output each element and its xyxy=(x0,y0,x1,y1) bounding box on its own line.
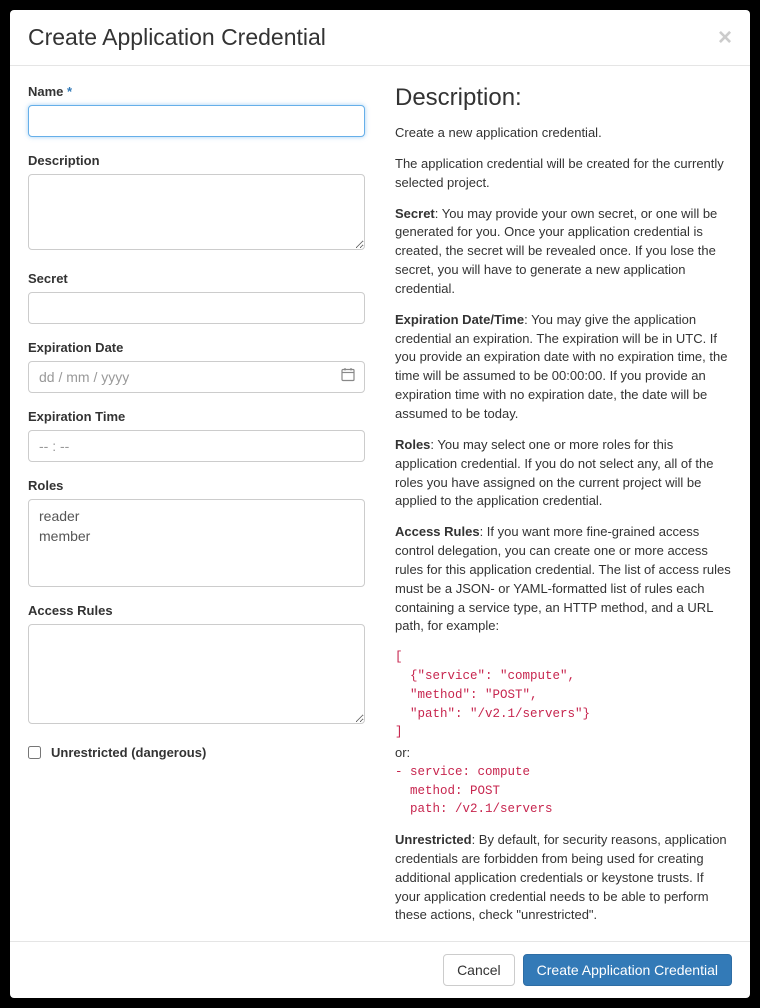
help-expiration: Expiration Date/Time: You may give the a… xyxy=(395,311,732,424)
help-secret-bold: Secret xyxy=(395,206,435,221)
help-project-note: The application credential will be creat… xyxy=(395,155,732,193)
close-icon[interactable]: × xyxy=(718,26,732,50)
expiration-date-group: Expiration Date xyxy=(28,340,365,393)
roles-label: Roles xyxy=(28,478,365,493)
roles-select[interactable]: reader member xyxy=(28,499,365,587)
access-rules-label: Access Rules xyxy=(28,603,365,618)
expiration-date-label: Expiration Date xyxy=(28,340,365,355)
role-option-member[interactable]: member xyxy=(39,526,354,546)
expiration-time-input[interactable] xyxy=(28,430,365,462)
date-input-wrapper xyxy=(28,361,365,393)
help-ar-bold: Access Rules xyxy=(395,524,480,539)
help-expiration-bold: Expiration Date/Time xyxy=(395,312,524,327)
role-option-reader[interactable]: reader xyxy=(39,506,354,526)
secret-input[interactable] xyxy=(28,292,365,324)
required-mark: * xyxy=(67,84,72,99)
help-roles-bold: Roles xyxy=(395,437,430,452)
help-intro: Create a new application credential. xyxy=(395,124,732,143)
description-label: Description xyxy=(28,153,365,168)
cancel-button[interactable]: Cancel xyxy=(443,954,515,986)
form-column: Name * Description Secret Expiration Dat… xyxy=(28,84,365,923)
name-label-text: Name xyxy=(28,84,63,99)
help-secret: Secret: You may provide your own secret,… xyxy=(395,205,732,299)
expiration-time-group: Expiration Time xyxy=(28,409,365,462)
create-credential-modal: Create Application Credential × Name * D… xyxy=(10,10,750,998)
help-expiration-text: : You may give the application credentia… xyxy=(395,312,727,421)
description-group: Description xyxy=(28,153,365,255)
access-rules-group: Access Rules xyxy=(28,603,365,729)
description-textarea[interactable] xyxy=(28,174,365,250)
name-group: Name * xyxy=(28,84,365,137)
help-roles-text: : You may select one or more roles for t… xyxy=(395,437,713,509)
modal-body: Name * Description Secret Expiration Dat… xyxy=(10,66,750,941)
expiration-date-input[interactable] xyxy=(28,361,365,393)
unrestricted-checkbox[interactable] xyxy=(28,746,41,759)
help-access-rules: Access Rules: If you want more fine-grai… xyxy=(395,523,732,636)
modal-title: Create Application Credential xyxy=(28,24,326,51)
help-roles: Roles: You may select one or more roles … xyxy=(395,436,732,511)
name-input[interactable] xyxy=(28,105,365,137)
help-or: or: xyxy=(395,744,732,763)
roles-group: Roles reader member xyxy=(28,478,365,587)
submit-button[interactable]: Create Application Credential xyxy=(523,954,732,986)
help-unres-bold: Unrestricted xyxy=(395,832,472,847)
help-code-json: [ {"service": "compute", "method": "POST… xyxy=(395,648,732,742)
unrestricted-group: Unrestricted (dangerous) xyxy=(28,745,365,760)
help-column: Description: Create a new application cr… xyxy=(395,84,732,923)
modal-footer: Cancel Create Application Credential xyxy=(10,941,750,998)
help-secret-text: : You may provide your own secret, or on… xyxy=(395,206,717,296)
modal-header: Create Application Credential × xyxy=(10,10,750,66)
expiration-time-label: Expiration Time xyxy=(28,409,365,424)
unrestricted-label[interactable]: Unrestricted (dangerous) xyxy=(51,745,206,760)
help-unrestricted: Unrestricted: By default, for security r… xyxy=(395,831,732,925)
name-label: Name * xyxy=(28,84,365,99)
access-rules-textarea[interactable] xyxy=(28,624,365,724)
help-ar-text: : If you want more fine-grained access c… xyxy=(395,524,731,633)
help-heading: Description: xyxy=(395,84,732,112)
help-code-yaml: - service: compute method: POST path: /v… xyxy=(395,763,732,819)
secret-label: Secret xyxy=(28,271,365,286)
secret-group: Secret xyxy=(28,271,365,324)
